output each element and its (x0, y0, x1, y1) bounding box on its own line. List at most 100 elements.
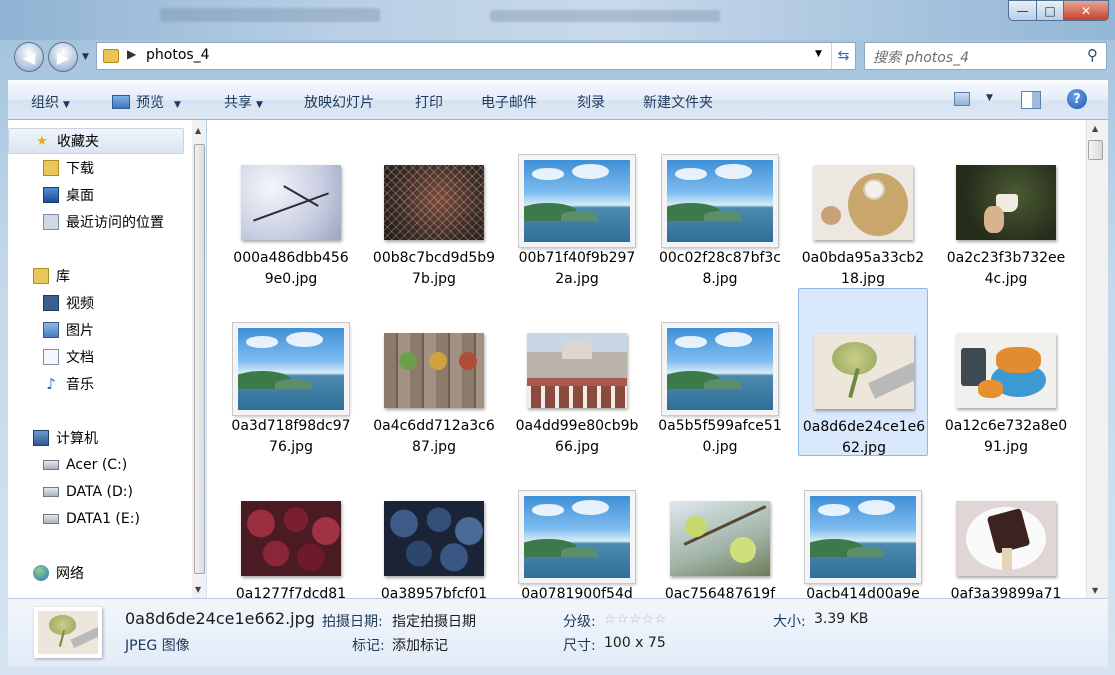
file-item[interactable]: 00b8c7bcd9d5b97b.jpg (369, 120, 499, 288)
share-button[interactable]: 共享 ▼ (224, 92, 263, 112)
email-button[interactable]: 电子邮件 (481, 92, 537, 112)
scroll-down-arrow-icon[interactable]: ▼ (195, 585, 201, 594)
nav-recent-places[interactable]: 最近访问的位置 (8, 209, 184, 235)
file-thumbnail (813, 165, 913, 240)
file-item[interactable]: 0a4c6dd712a3c687.jpg (369, 288, 499, 456)
close-button[interactable]: ✕ (1063, 0, 1109, 21)
file-item[interactable]: 0a3d718f98dc9776.jpg (226, 288, 356, 456)
scroll-up-arrow-icon[interactable]: ▲ (1092, 124, 1098, 133)
preview-pane-icon[interactable] (1021, 91, 1041, 109)
nav-libraries[interactable]: 库 (8, 263, 184, 289)
file-item[interactable]: 0a1277f7dcd81 (226, 456, 356, 598)
breadcrumb-separator-icon[interactable]: ▶ (127, 47, 136, 61)
refresh-button[interactable]: ⇆ (831, 43, 855, 69)
libraries-icon (33, 268, 49, 284)
file-name: 0a12c6e732a8e091.jpg (944, 418, 1068, 455)
file-name: 0a8d6de24ce1e662.jpg (802, 419, 926, 456)
details-pane: 0a8d6de24ce1e662.jpg JPEG 图像 拍摄日期: 指定拍摄日… (8, 598, 1108, 667)
rating-stars-icon[interactable]: ☆☆☆☆☆ (604, 612, 667, 627)
file-item[interactable]: 0af3a39899a71 (941, 456, 1071, 598)
file-item[interactable]: 0a0bda95a33cb218.jpg (798, 120, 928, 288)
change-view-icon[interactable] (954, 92, 970, 106)
back-button[interactable]: ◀ (14, 42, 44, 72)
file-item[interactable]: 000a486dbb4569e0.jpg (226, 120, 356, 288)
nav-desktop[interactable]: 桌面 (8, 182, 184, 208)
new-folder-button[interactable]: 新建文件夹 (643, 92, 713, 112)
file-item[interactable]: 0acb414d00a9e (798, 456, 928, 598)
file-name: 0af3a39899a71 (950, 586, 1062, 598)
file-item[interactable]: 0a2c23f3b732ee4c.jpg (941, 120, 1071, 288)
search-input[interactable]: 搜索 photos_4 (873, 47, 969, 67)
dimensions-value: 100 x 75 (604, 635, 666, 651)
nav-downloads[interactable]: 下载 (8, 155, 184, 181)
file-thumbnail (956, 333, 1056, 408)
help-button[interactable]: ? (1067, 89, 1087, 109)
file-name: 000a486dbb4569e0.jpg (233, 250, 349, 287)
file-thumbnail (241, 165, 341, 240)
file-item[interactable]: 00b71f40f9b2972a.jpg (512, 120, 642, 288)
date-value[interactable]: 指定拍摄日期 (392, 611, 476, 631)
file-name: 0a4c6dd712a3c687.jpg (373, 418, 495, 455)
search-box[interactable]: 搜索 photos_4 ⚲ (864, 42, 1107, 70)
nav-drive-d[interactable]: DATA (D:) (8, 479, 184, 505)
size-label: 大小: (773, 614, 806, 630)
file-item[interactable]: 0a4dd99e80cb9b66.jpg (512, 288, 642, 456)
forward-button[interactable]: ▶ (48, 42, 78, 72)
caret-down-icon: ▼ (174, 100, 181, 110)
file-item[interactable]: 0a12c6e732a8e091.jpg (941, 288, 1071, 456)
nav-drive-c[interactable]: Acer (C:) (8, 452, 184, 478)
nav-pictures[interactable]: 图片 (8, 317, 184, 343)
file-item[interactable]: 0a8d6de24ce1e662.jpg (798, 288, 928, 456)
background-blur (160, 8, 380, 22)
file-thumbnail (670, 501, 770, 576)
breadcrumb-current[interactable]: photos_4 (146, 47, 210, 63)
nav-drive-e[interactable]: DATA1 (E:) (8, 506, 184, 532)
nav-documents[interactable]: 文档 (8, 344, 184, 370)
nav-music[interactable]: ♪ 音乐 (8, 371, 184, 397)
content-scrollbar-thumb[interactable] (1088, 140, 1103, 160)
star-icon: ★ (36, 133, 48, 149)
scroll-down-arrow-icon[interactable]: ▼ (1092, 586, 1098, 595)
burn-button[interactable]: 刻录 (577, 92, 605, 112)
window-controls: — □ ✕ (1008, 0, 1109, 21)
music-icon: ♪ (46, 375, 56, 393)
preview-icon (112, 95, 130, 109)
drive-icon (43, 514, 59, 524)
file-name: 0a0781900f54d (521, 586, 633, 598)
view-options-dropdown-icon[interactable]: ▼ (986, 93, 993, 103)
minimize-button[interactable]: — (1008, 0, 1036, 21)
address-dropdown-icon[interactable]: ▼ (815, 49, 822, 59)
nav-favorites[interactable]: ★ 收藏夹 (8, 128, 184, 154)
preview-button[interactable]: 预览 ▼ (112, 92, 181, 112)
file-item[interactable]: 00c02f28c87bf3c8.jpg (655, 120, 785, 288)
nav-scrollbar-thumb[interactable] (194, 144, 205, 574)
selected-thumbnail (34, 607, 102, 658)
recent-places-icon (43, 214, 59, 230)
file-thumbnail (956, 501, 1056, 576)
recent-pages-dropdown[interactable]: ▼ (82, 52, 89, 62)
file-thumbnail (241, 501, 341, 576)
command-bar: 组织 ▼ 预览 ▼ 共享 ▼ 放映幻灯片 打印 电子邮件 刻录 新建文件夹 ▼ ? (8, 80, 1108, 120)
file-item[interactable]: 0a0781900f54d (512, 456, 642, 598)
tags-value[interactable]: 添加标记 (392, 635, 448, 655)
file-name: 0ac756487619f (664, 586, 776, 598)
file-thumbnail (956, 165, 1056, 240)
back-arrow-icon: ◀ (22, 47, 36, 67)
file-item[interactable]: 0a38957bfcf01 (369, 456, 499, 598)
slideshow-button[interactable]: 放映幻灯片 (304, 92, 374, 112)
maximize-button[interactable]: □ (1036, 0, 1063, 21)
file-item[interactable]: 0ac756487619f (655, 456, 785, 598)
file-item[interactable]: 0a5b5f599afce510.jpg (655, 288, 785, 456)
file-name: 0a4dd99e80cb9b66.jpg (515, 418, 639, 455)
file-name: 0a38957bfcf01 (380, 586, 488, 598)
content-scrollbar[interactable] (1086, 120, 1108, 598)
nav-computer[interactable]: 计算机 (8, 425, 184, 451)
organize-button[interactable]: 组织 ▼ (31, 92, 70, 112)
file-thumbnail (804, 490, 922, 584)
scroll-up-arrow-icon[interactable]: ▲ (195, 126, 201, 135)
nav-videos[interactable]: 视频 (8, 290, 184, 316)
print-button[interactable]: 打印 (415, 92, 443, 112)
address-bar[interactable]: ▶ photos_4 ▼ ⇆ (96, 42, 856, 70)
search-icon[interactable]: ⚲ (1087, 46, 1098, 64)
nav-network[interactable]: 网络 (8, 560, 184, 586)
